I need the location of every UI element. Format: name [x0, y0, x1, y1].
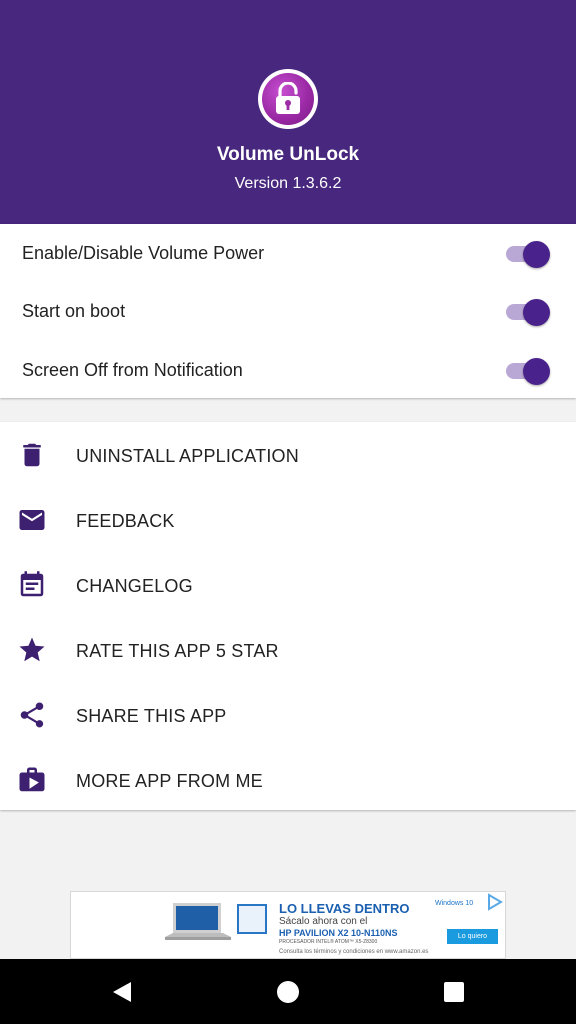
- volume-power-switch[interactable]: [504, 240, 552, 268]
- app-header: Volume UnLock Version 1.3.6.2: [0, 0, 576, 224]
- recents-icon[interactable]: [441, 979, 467, 1005]
- back-icon[interactable]: [109, 979, 135, 1005]
- start-on-boot-switch[interactable]: [504, 298, 552, 326]
- screen-off-notification-switch[interactable]: [504, 357, 552, 385]
- ad-processor: PROCESADOR INTEL® ATOM™ X5-Z8300: [279, 939, 378, 945]
- navigation-bar: [0, 959, 576, 1024]
- setting-volume-power[interactable]: Enable/Disable Volume Power: [0, 224, 576, 282]
- trash-icon: [23, 443, 41, 467]
- menu-item-feedback[interactable]: FEEDBACK: [0, 487, 576, 552]
- setting-start-on-boot[interactable]: Start on boot: [0, 282, 576, 340]
- menu-label: FEEDBACK: [76, 511, 175, 531]
- menu-item-more-apps[interactable]: MORE APP FROM ME: [0, 747, 576, 812]
- setting-label: Screen Off from Notification: [22, 360, 243, 380]
- windows-logo-text: Windows 10: [435, 900, 474, 907]
- setting-screen-off-notification[interactable]: Screen Off from Notification: [0, 341, 576, 399]
- ad-terms: Consulta los términos y condiciones en w…: [279, 949, 429, 955]
- ad-cta-button[interactable]: Lo quiero: [447, 929, 498, 944]
- menu-label: SHARE THIS APP: [76, 706, 227, 726]
- ad-model: HP PAVILION X2 10-N110NS: [279, 928, 398, 938]
- menu-item-share[interactable]: SHARE THIS APP: [0, 682, 576, 747]
- menu-item-changelog[interactable]: CHANGELOG: [0, 552, 576, 617]
- app-name: Volume UnLock: [216, 144, 360, 165]
- mail-icon: [19, 510, 45, 530]
- adchoices-icon[interactable]: [485, 893, 505, 911]
- calendar-icon: [20, 571, 44, 597]
- menu-item-rate[interactable]: RATE THIS APP 5 STAR: [0, 617, 576, 682]
- padlock-open-icon: [258, 69, 318, 129]
- setting-label: Enable/Disable Volume Power: [22, 243, 265, 263]
- setting-label: Start on boot: [22, 301, 126, 321]
- share-icon: [20, 702, 44, 728]
- menu-label: MORE APP FROM ME: [76, 771, 263, 791]
- star-icon: [19, 637, 45, 662]
- ad-banner[interactable]: LO LLEVAS DENTRO Sácalo ahora con el HP …: [70, 891, 506, 959]
- home-icon[interactable]: [275, 979, 301, 1005]
- intel-badge-icon: [237, 904, 267, 934]
- ad-title: LO LLEVAS DENTRO: [279, 901, 410, 916]
- app-version: Version 1.3.6.2: [234, 175, 342, 192]
- menu-label: RATE THIS APP 5 STAR: [76, 641, 279, 661]
- settings-card: Enable/Disable Volume Power Start on boo…: [0, 224, 576, 398]
- laptop-image: [165, 903, 231, 940]
- menu-label: UNINSTALL APPLICATION: [76, 446, 299, 466]
- menu-item-uninstall[interactable]: UNINSTALL APPLICATION: [0, 422, 576, 487]
- store-icon: [19, 767, 45, 792]
- menu-label: CHANGELOG: [76, 576, 193, 596]
- actions-menu: UNINSTALL APPLICATION FEEDBACK CHANGELOG…: [0, 422, 576, 810]
- ad-subtitle: Sácalo ahora con el: [279, 916, 368, 927]
